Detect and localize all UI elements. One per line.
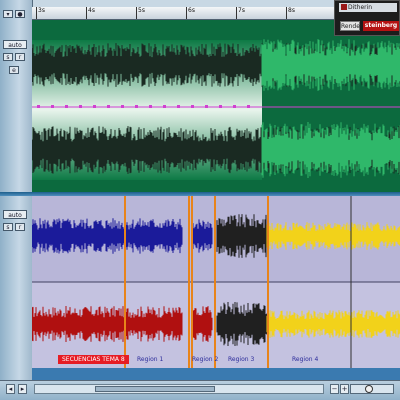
- track1-edit-button[interactable]: e: [9, 66, 19, 74]
- envelope-node: [233, 105, 236, 108]
- dithering-plugin-panel: Ditherin Render steinberg: [334, 0, 400, 36]
- envelope-node: [177, 105, 180, 108]
- scrollbar-thumb[interactable]: [95, 386, 215, 392]
- plugin-title-text: Ditherin: [348, 4, 373, 11]
- plugin-title: Ditherin: [339, 3, 397, 12]
- track1-mode-select[interactable]: auto: [3, 40, 27, 49]
- ruler-tick-label: 3s: [36, 7, 45, 19]
- track1-record-button[interactable]: r: [15, 53, 25, 61]
- track2-solo-button[interactable]: s: [3, 223, 13, 231]
- region-label[interactable]: Region 3: [228, 356, 254, 363]
- track2-mode-select[interactable]: auto: [3, 210, 27, 219]
- envelope-node: [93, 105, 96, 108]
- arrow-left-icon[interactable]: ◂: [6, 384, 15, 394]
- ruler-tick-label: 5s: [136, 7, 145, 19]
- region-label[interactable]: Region 2: [192, 356, 218, 363]
- audio-editor-window: ▾ ● auto s r e auto s r 3s 4s 5s 6s 7s 8s SEC…: [0, 0, 400, 400]
- envelope-node: [163, 105, 166, 108]
- ruler-tick-label: 8s: [286, 7, 295, 19]
- steinberg-logo: steinberg: [363, 21, 399, 31]
- envelope-node: [135, 105, 138, 108]
- zoom-out-icon[interactable]: −: [330, 384, 339, 394]
- track-control-strip: ▾ ● auto s r e auto s r: [0, 0, 33, 380]
- marker-label[interactable]: SECUENCIAS TEMA 8: [58, 355, 129, 364]
- envelope-node: [191, 105, 194, 108]
- track-1-waveform[interactable]: [32, 20, 400, 192]
- envelope-node: [149, 105, 152, 108]
- envelope-node: [37, 105, 40, 108]
- zoom-slider-knob[interactable]: [365, 385, 373, 393]
- render-button[interactable]: Render: [340, 21, 362, 31]
- mute-icon[interactable]: ●: [15, 10, 25, 18]
- track2-record-button[interactable]: r: [15, 223, 25, 231]
- ruler-tick-label: 4s: [86, 7, 95, 19]
- envelope-node: [107, 105, 110, 108]
- track-2-red-wave: [32, 306, 183, 342]
- track-1-waveform-canvas: [32, 20, 400, 192]
- collapse-icon[interactable]: ▾: [3, 10, 13, 18]
- marker-row: SECUENCIAS TEMA 8 Region 1 Region 2 Regi…: [32, 355, 400, 365]
- zoom-slider[interactable]: [350, 384, 394, 394]
- track-2-blue-wave: [32, 218, 183, 254]
- envelope-node: [219, 105, 222, 108]
- envelope-node: [65, 105, 68, 108]
- close-icon[interactable]: [341, 4, 347, 10]
- ruler-tick-label: 7s: [236, 7, 245, 19]
- region-label[interactable]: Region 4: [292, 356, 318, 363]
- arrow-right-icon[interactable]: ▸: [18, 384, 27, 394]
- envelope-node: [205, 105, 208, 108]
- track1-solo-button[interactable]: s: [3, 53, 13, 61]
- track-2-waveform-canvas: [32, 196, 400, 368]
- track-2-waveform[interactable]: [32, 196, 400, 368]
- envelope-node: [51, 105, 54, 108]
- ruler-tick-label: 6s: [186, 7, 195, 19]
- envelope-node: [121, 105, 124, 108]
- horizontal-scrollbar[interactable]: [34, 384, 324, 394]
- envelope-node: [247, 105, 250, 108]
- region-label[interactable]: Region 1: [137, 356, 163, 363]
- track-footer: [32, 368, 400, 380]
- envelope-node: [79, 105, 82, 108]
- zoom-in-icon[interactable]: +: [340, 384, 349, 394]
